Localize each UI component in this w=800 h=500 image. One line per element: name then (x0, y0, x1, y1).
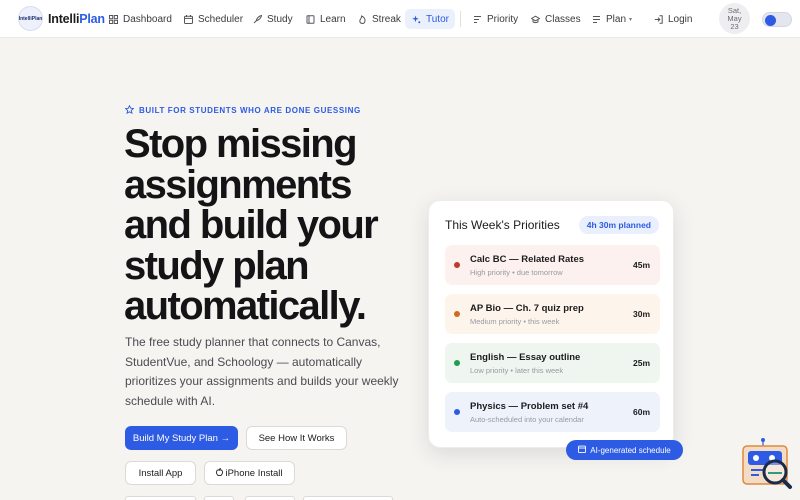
sparkle-icon (411, 14, 421, 24)
cutoff-button[interactable] (204, 496, 234, 500)
cutoff-button[interactable] (245, 496, 295, 500)
priority-dot (454, 311, 460, 317)
priority-title: Calc BC — Related Rates (470, 254, 585, 265)
cutoff-button[interactable] (303, 496, 393, 500)
book-icon (305, 14, 315, 24)
priority-icon (472, 14, 482, 24)
priority-subtitle: Low priority • later this week (470, 366, 564, 375)
login-icon (653, 14, 663, 24)
priority-minutes: 30m (632, 309, 650, 319)
hero-subtext: The free study planner that connects to … (125, 335, 399, 408)
nav-item-label: Priority (487, 13, 519, 25)
nav-item-label: Login (668, 13, 693, 25)
priority-minutes: 60m (632, 407, 650, 417)
rocket-icon (252, 14, 262, 24)
nav-item-study[interactable]: Study (246, 9, 299, 29)
classes-icon (530, 14, 540, 24)
nav-item-label: Scheduler (198, 13, 244, 25)
flame-icon (357, 14, 367, 24)
nav-item-learn[interactable]: Learn (299, 9, 352, 29)
theme-toggle[interactable] (762, 12, 792, 27)
card-title: This Week's Priorities (445, 218, 560, 232)
date-pill[interactable]: Sat, May 23 (719, 3, 750, 34)
hero-eyebrow-text: BUILT FOR STUDENTS WHO ARE DONE GUESSING (139, 106, 361, 115)
iphone-install-label: iPhone Install (225, 467, 283, 479)
priority-subtitle: Auto-scheduled into your calendar (470, 415, 584, 424)
priority-dot (454, 360, 460, 366)
nav-item-label: Streak (372, 13, 401, 25)
nav-item-login[interactable]: Login (647, 9, 698, 29)
brand[interactable]: IntelliPlan IntelliPlan (18, 6, 105, 31)
see-how-it-works-button[interactable]: See How It Works (246, 426, 347, 450)
calendar-icon (183, 14, 193, 24)
nav-item-scheduler[interactable]: Scheduler (177, 9, 249, 29)
priority-item-calc[interactable]: Calc BC — Related Rates High priority • … (445, 245, 660, 285)
nav-item-label: Dashboard (123, 13, 172, 25)
nav-item-tutor[interactable]: Tutor (405, 9, 455, 29)
nav-item-classes[interactable]: Classes (524, 9, 587, 29)
nav-item-streak[interactable]: Streak (351, 9, 407, 29)
priority-minutes: 25m (632, 358, 650, 368)
priority-dot (454, 409, 460, 415)
priority-title: English — Essay outline (470, 352, 581, 363)
toggle-knob (765, 14, 776, 26)
robot-mascot-icon[interactable] (741, 437, 793, 489)
plan-icon (591, 14, 601, 24)
priority-item-bio[interactable]: AP Bio — Ch. 7 quiz prep Medium priority… (445, 294, 660, 334)
cutoff-button[interactable] (125, 496, 196, 500)
priorities-card: This Week's Priorities 4h 30m planned Ca… (428, 200, 674, 448)
nav-item-plan[interactable]: Plan ▾ (585, 9, 638, 29)
calendar-icon (578, 445, 587, 455)
nav-item-label: Plan (606, 13, 627, 25)
nav-divider (460, 11, 461, 27)
priority-title: AP Bio — Ch. 7 quiz prep (470, 303, 584, 314)
star-icon (124, 104, 135, 116)
nav-item-label: Study (267, 13, 293, 25)
dashboard-icon (108, 14, 118, 24)
brand-name: IntelliPlan (48, 12, 105, 26)
top-nav: IntelliPlan IntelliPlan Dashboard Schedu… (0, 0, 800, 38)
priority-title: Physics — Problem set #4 (470, 401, 589, 412)
nav-item-label: Learn (320, 13, 346, 25)
brand-logo: IntelliPlan (18, 6, 43, 31)
planned-badge: 4h 30m planned (578, 216, 659, 234)
priority-item-english[interactable]: English — Essay outline Low priority • l… (445, 343, 660, 383)
priority-item-physics[interactable]: Physics — Problem set #4 Auto-scheduled … (445, 392, 660, 432)
build-study-plan-button[interactable]: Build My Study Plan → (125, 426, 238, 450)
nav-item-label: Tutor (426, 13, 449, 25)
priority-subtitle: High priority • due tomorrow (470, 268, 563, 277)
iphone-install-button[interactable]: iPhone Install (204, 461, 295, 485)
hero-headline: Stop missing assignments and build your … (124, 122, 379, 328)
nav-item-dashboard[interactable]: Dashboard (102, 9, 178, 29)
chevron-down-icon: ▾ (629, 16, 633, 23)
install-app-button[interactable]: Install App (125, 461, 196, 485)
nav-item-label: Classes (545, 13, 581, 25)
priority-minutes: 45m (632, 260, 650, 270)
apple-icon (216, 467, 224, 479)
hero-eyebrow: BUILT FOR STUDENTS WHO ARE DONE GUESSING (124, 104, 361, 116)
date-num: 23 (730, 21, 739, 31)
brand-name-part1: Intelli (48, 11, 80, 26)
priority-dot (454, 262, 460, 268)
nav-item-priority[interactable]: Priority (466, 9, 524, 29)
ai-generated-badge: AI-generated schedule (566, 440, 683, 460)
ai-badge-label: AI-generated schedule (590, 445, 671, 455)
priority-subtitle: Medium priority • this week (470, 317, 560, 326)
